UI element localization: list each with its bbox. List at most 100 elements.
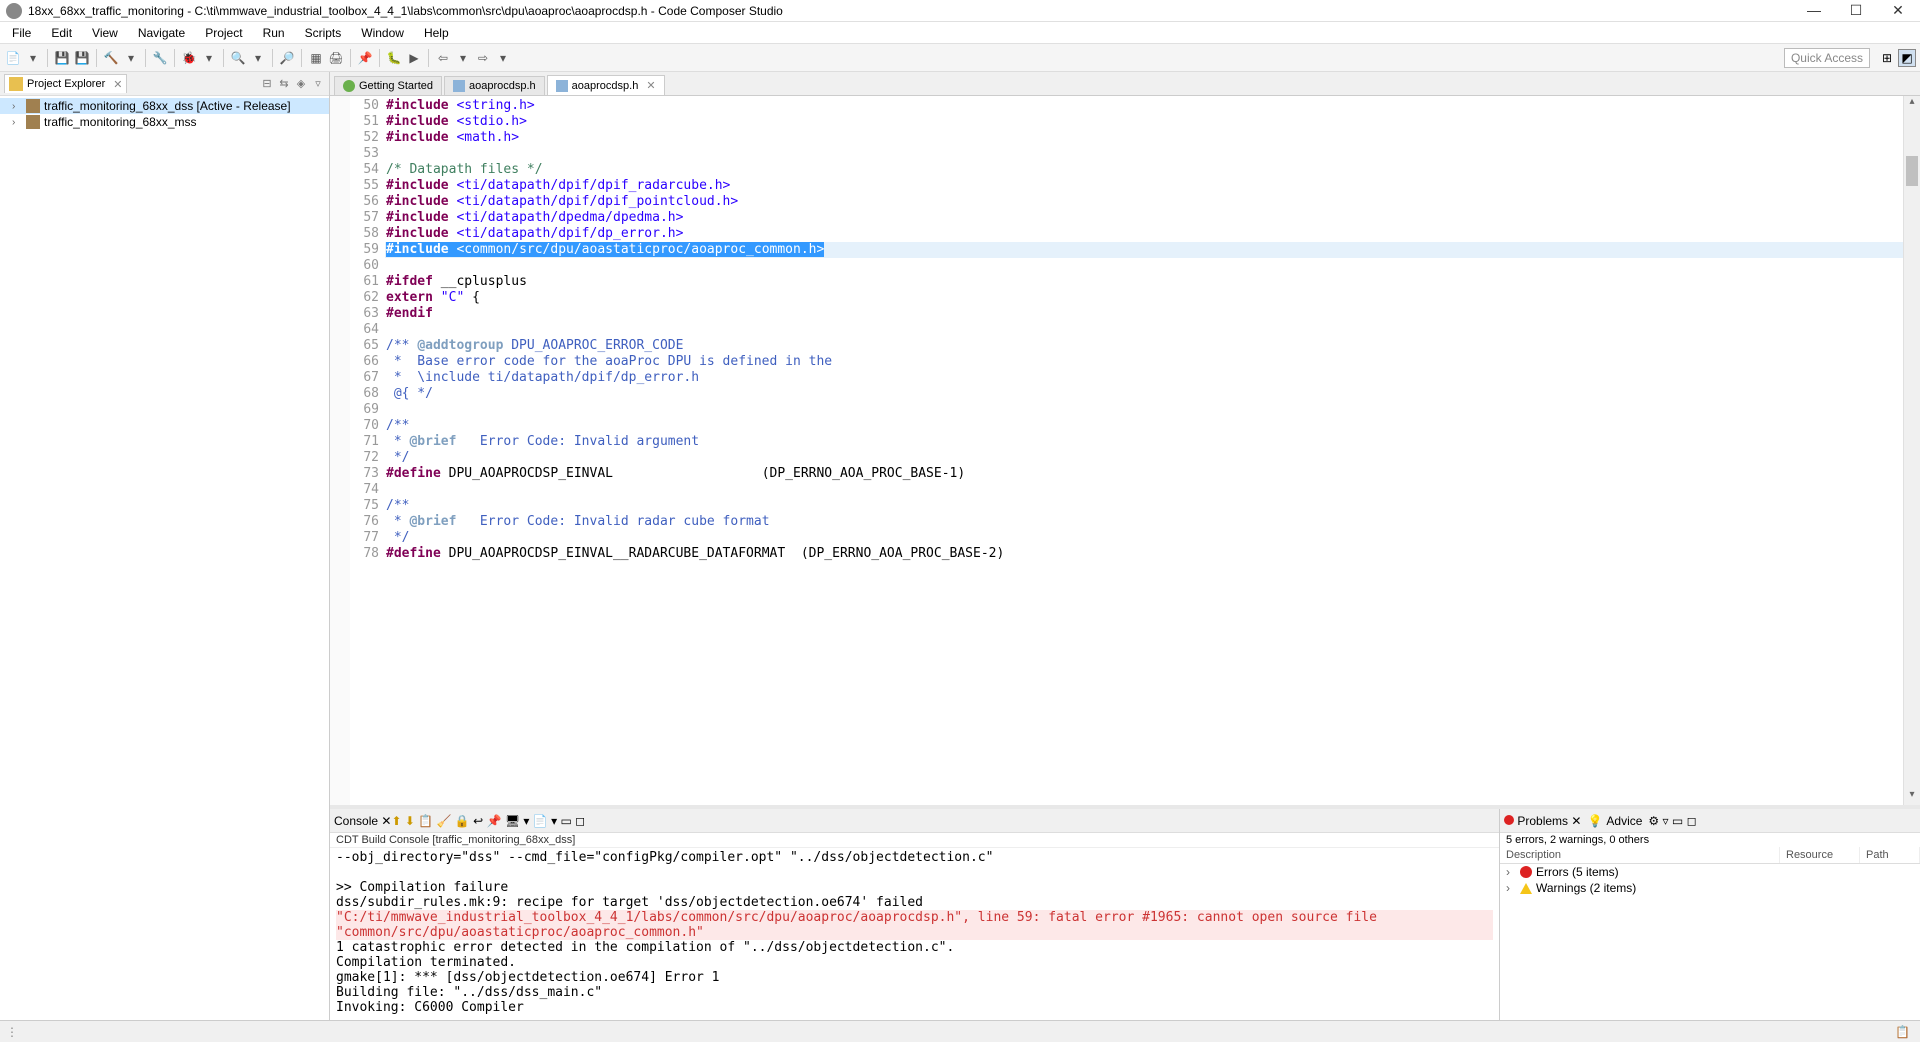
project-item-mss[interactable]: › traffic_monitoring_68xx_mss: [0, 114, 329, 130]
tab-getting-started[interactable]: Getting Started: [334, 76, 442, 95]
code-line[interactable]: 52#include <math.h>: [350, 130, 1903, 146]
maximize-view-icon[interactable]: ◻: [575, 814, 585, 828]
line-text[interactable]: [385, 258, 1903, 274]
line-text[interactable]: [385, 402, 1903, 418]
view-menu-icon[interactable]: ▿: [1663, 814, 1669, 828]
line-text[interactable]: #include <math.h>: [385, 130, 1903, 146]
expand-icon[interactable]: ›: [1506, 865, 1516, 879]
line-text[interactable]: */: [385, 530, 1903, 546]
code-line[interactable]: 62extern "C" {: [350, 290, 1903, 306]
vertical-scrollbar[interactable]: ▴ ▾: [1903, 96, 1920, 805]
menu-view[interactable]: View: [82, 24, 128, 42]
code-line[interactable]: 58#include <ti/datapath/dpif/dp_error.h>: [350, 226, 1903, 242]
line-text[interactable]: #endif: [385, 306, 1903, 322]
perspective-ccs-icon[interactable]: ◩: [1898, 49, 1916, 67]
line-text[interactable]: @{ */: [385, 386, 1903, 402]
line-text[interactable]: #include <ti/datapath/dpif/dpif_radarcub…: [385, 178, 1903, 194]
line-text[interactable]: #ifdef __cplusplus: [385, 274, 1903, 290]
project-explorer-tab[interactable]: Project Explorer ✕: [4, 74, 127, 93]
dropdown-icon[interactable]: ▾: [454, 49, 472, 67]
run-icon[interactable]: ▶: [405, 49, 423, 67]
dropdown-icon[interactable]: ▾: [494, 49, 512, 67]
status-icon[interactable]: 📋: [1885, 1025, 1920, 1039]
back-icon[interactable]: ⇦: [434, 49, 452, 67]
line-text[interactable]: * @brief Error Code: Invalid radar cube …: [385, 514, 1903, 530]
problems-warnings-group[interactable]: › Warnings (2 items): [1500, 880, 1920, 896]
close-icon[interactable]: ✕: [113, 78, 122, 91]
scrollbar-thumb[interactable]: [1906, 156, 1918, 186]
dropdown-icon[interactable]: ▾: [551, 814, 557, 828]
minimize-view-icon[interactable]: ▭: [560, 814, 571, 828]
menu-window[interactable]: Window: [351, 24, 414, 42]
menu-navigate[interactable]: Navigate: [128, 24, 195, 42]
tab-aoaprocdsp-2[interactable]: aoaprocdsp.h ✕: [547, 75, 665, 95]
save-all-icon[interactable]: 💾: [73, 49, 91, 67]
col-resource[interactable]: Resource: [1780, 847, 1860, 863]
code-line[interactable]: 61#ifdef __cplusplus: [350, 274, 1903, 290]
code-line[interactable]: 74: [350, 482, 1903, 498]
scroll-down-icon[interactable]: ⬇: [405, 814, 415, 828]
menu-run[interactable]: Run: [253, 24, 295, 42]
code-line[interactable]: 54/* Datapath files */: [350, 162, 1903, 178]
code-area[interactable]: 50#include <string.h>51#include <stdio.h…: [350, 96, 1903, 805]
code-editor[interactable]: 50#include <string.h>51#include <stdio.h…: [330, 96, 1920, 805]
line-text[interactable]: #define DPU_AOAPROCDSP_EINVAL__RADARCUBE…: [385, 546, 1903, 562]
line-text[interactable]: #include <ti/datapath/dpif/dpif_pointclo…: [385, 194, 1903, 210]
code-line[interactable]: 72 */: [350, 450, 1903, 466]
wrench-icon[interactable]: 🔧: [151, 49, 169, 67]
code-line[interactable]: 56#include <ti/datapath/dpif/dpif_pointc…: [350, 194, 1903, 210]
line-text[interactable]: * Base error code for the aoaProc DPU is…: [385, 354, 1903, 370]
menu-project[interactable]: Project: [195, 24, 252, 42]
dropdown-icon[interactable]: ▾: [24, 49, 42, 67]
code-line[interactable]: 63#endif: [350, 306, 1903, 322]
code-line[interactable]: 59#include <common/src/dpu/aoastaticproc…: [350, 242, 1903, 258]
code-line[interactable]: 73#define DPU_AOAPROCDSP_EINVAL (DP_ERRN…: [350, 466, 1903, 482]
problems-tab[interactable]: Problems ✕: [1504, 814, 1581, 828]
close-icon[interactable]: ✕: [381, 814, 391, 828]
filter-icon[interactable]: ⚙: [1648, 814, 1659, 828]
col-path[interactable]: Path: [1860, 847, 1920, 863]
code-line[interactable]: 67 * \include ti/datapath/dpif/dp_error.…: [350, 370, 1903, 386]
hammer-icon[interactable]: 🔨: [102, 49, 120, 67]
pin-icon[interactable]: 📌: [487, 814, 502, 828]
line-text[interactable]: #define DPU_AOAPROCDSP_EINVAL (DP_ERRNO_…: [385, 466, 1903, 482]
problems-errors-group[interactable]: › Errors (5 items): [1500, 864, 1920, 880]
save-icon[interactable]: 💾: [53, 49, 71, 67]
code-line[interactable]: 53: [350, 146, 1903, 162]
line-text[interactable]: #include <common/src/dpu/aoastaticproc/a…: [385, 242, 1903, 258]
code-line[interactable]: 78#define DPU_AOAPROCDSP_EINVAL__RADARCU…: [350, 546, 1903, 562]
bug-icon[interactable]: 🐞: [180, 49, 198, 67]
code-line[interactable]: 51#include <stdio.h>: [350, 114, 1903, 130]
code-line[interactable]: 55#include <ti/datapath/dpif/dpif_radarc…: [350, 178, 1903, 194]
dropdown-icon[interactable]: ▾: [249, 49, 267, 67]
forward-icon[interactable]: ⇨: [474, 49, 492, 67]
code-line[interactable]: 75/**: [350, 498, 1903, 514]
console-output[interactable]: --obj_directory="dss" --cmd_file="config…: [330, 848, 1499, 1020]
focus-icon[interactable]: ◈: [294, 77, 308, 91]
search-icon[interactable]: 🔎: [278, 49, 296, 67]
flashlight-icon[interactable]: 🔍: [229, 49, 247, 67]
scroll-down-icon[interactable]: ▾: [1904, 789, 1920, 805]
open-console-icon[interactable]: 📄: [533, 814, 548, 828]
menu-scripts[interactable]: Scripts: [295, 24, 352, 42]
line-text[interactable]: #include <string.h>: [385, 98, 1903, 114]
dropdown-icon[interactable]: ▾: [523, 814, 529, 828]
line-text[interactable]: [385, 482, 1903, 498]
perspective-open-icon[interactable]: ⊞: [1878, 49, 1896, 67]
code-line[interactable]: 68 @{ */: [350, 386, 1903, 402]
minimize-view-icon[interactable]: ▭: [1672, 814, 1683, 828]
project-item-dss[interactable]: › traffic_monitoring_68xx_dss [Active - …: [0, 98, 329, 114]
dropdown-icon[interactable]: ▾: [200, 49, 218, 67]
wrap-icon[interactable]: ↩: [473, 814, 483, 828]
expand-icon[interactable]: ›: [1506, 881, 1516, 895]
console-tab[interactable]: Console ✕: [334, 814, 391, 828]
view-menu-icon[interactable]: ▿: [311, 77, 325, 91]
code-line[interactable]: 77 */: [350, 530, 1903, 546]
line-text[interactable]: /** @addtogroup DPU_AOAPROC_ERROR_CODE: [385, 338, 1903, 354]
expand-icon[interactable]: ›: [12, 117, 22, 128]
menu-file[interactable]: File: [2, 24, 41, 42]
advice-tab[interactable]: 💡 Advice: [1581, 812, 1648, 830]
scroll-up-icon[interactable]: ⬆: [391, 814, 401, 828]
pin-icon[interactable]: 📌: [356, 49, 374, 67]
code-line[interactable]: 64: [350, 322, 1903, 338]
